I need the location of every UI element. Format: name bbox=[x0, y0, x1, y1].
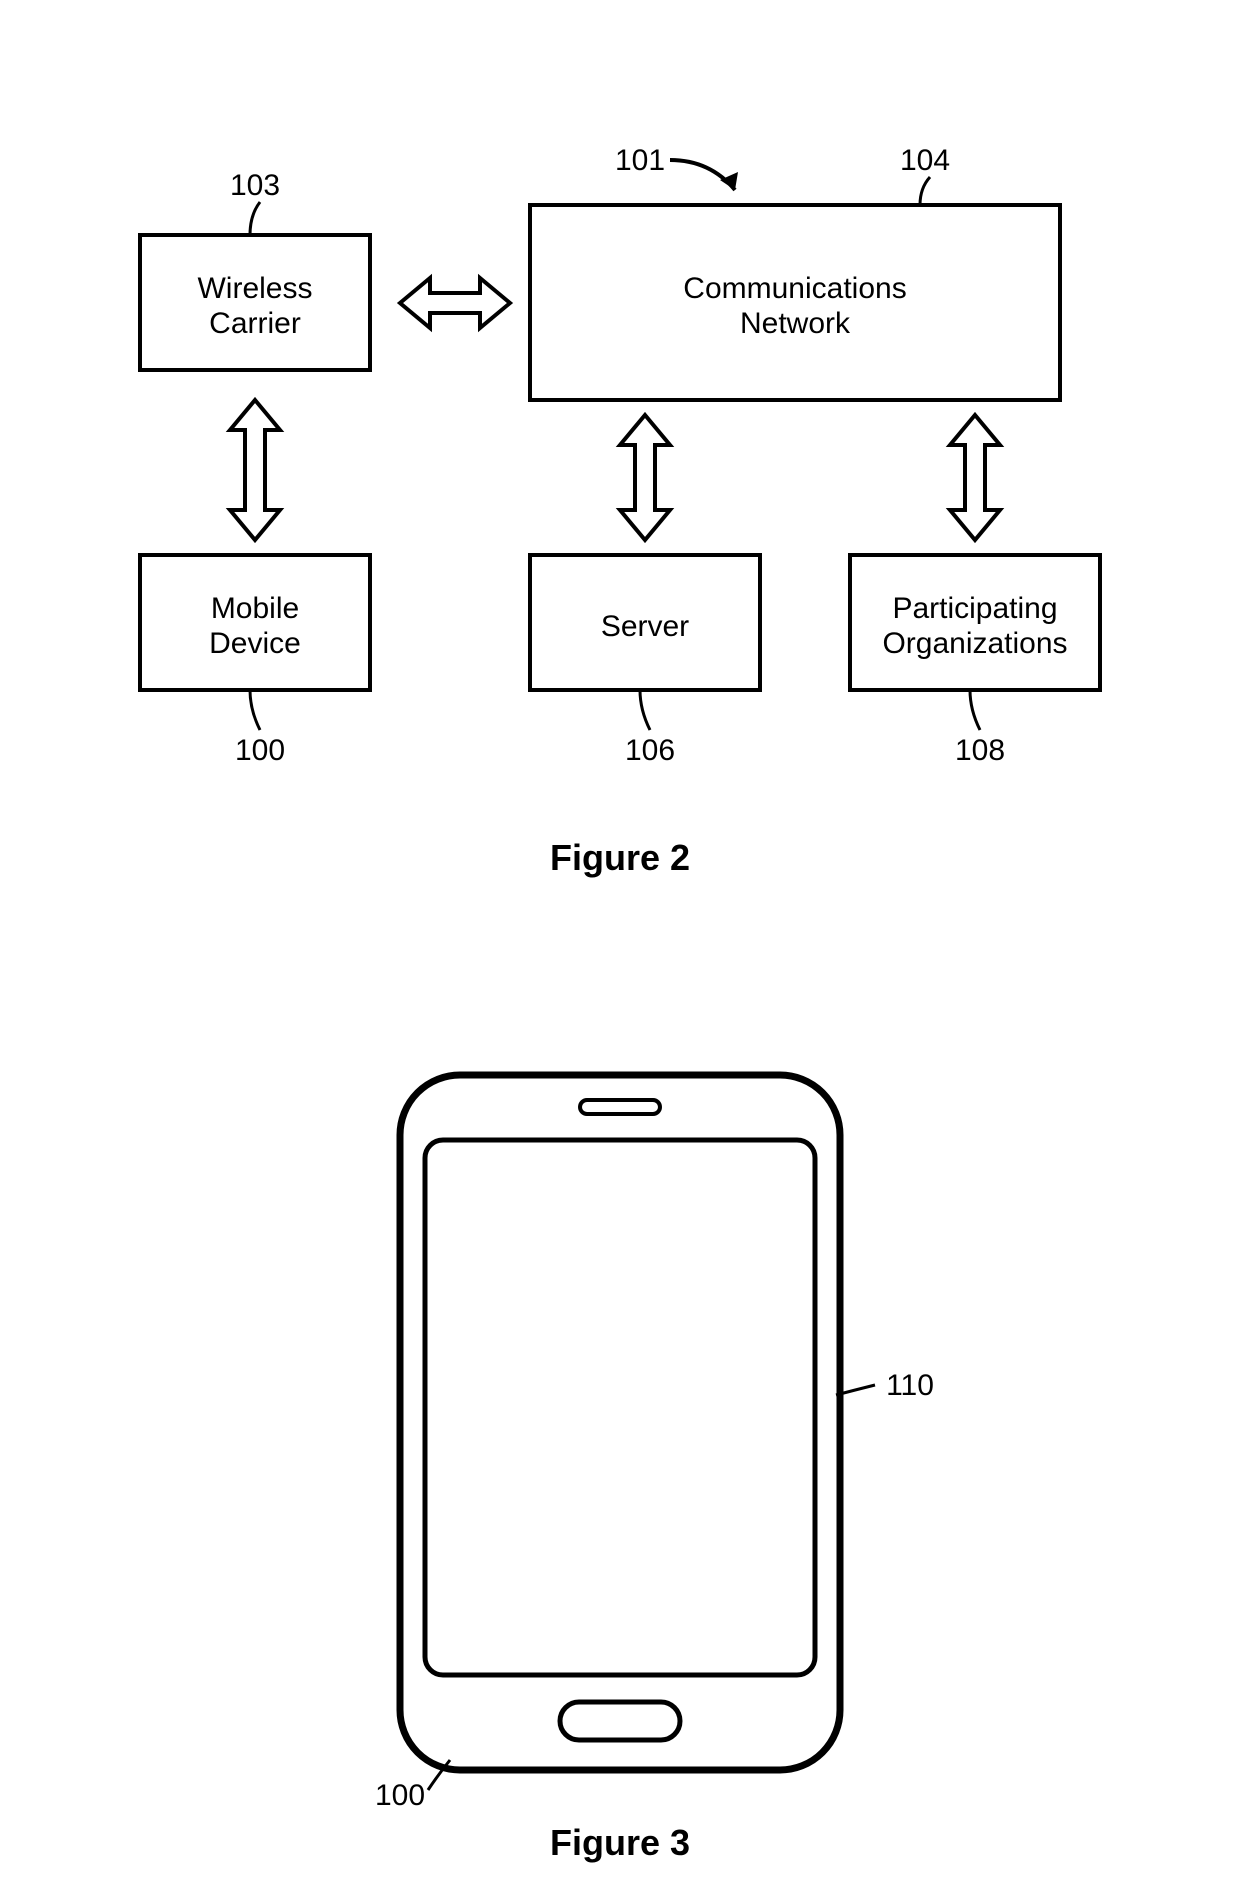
diagram-canvas: 101 Wireless Carrier 103 Communications … bbox=[0, 0, 1240, 1898]
phone-screen bbox=[425, 1140, 815, 1675]
ref-106-leader bbox=[640, 690, 650, 730]
ref-104-leader bbox=[920, 177, 930, 205]
ref-101-arc bbox=[670, 160, 735, 190]
double-arrow-icon bbox=[950, 415, 1000, 540]
figure-2: 101 Wireless Carrier 103 Communications … bbox=[140, 144, 1100, 878]
mobile-device-label-2: Device bbox=[209, 627, 301, 660]
participating-label-1: Participating bbox=[892, 592, 1057, 625]
ref-101-text: 101 bbox=[615, 144, 665, 177]
server-label: Server bbox=[601, 610, 689, 643]
arrow-network-participating bbox=[950, 415, 1000, 540]
page: 101 Wireless Carrier 103 Communications … bbox=[0, 0, 1240, 1898]
node-comm-network: Communications Network 104 bbox=[530, 144, 1060, 400]
ref-110: 110 bbox=[836, 1369, 934, 1402]
comm-network-label-1: Communications bbox=[683, 272, 906, 305]
ref-101-arrowhead bbox=[720, 172, 738, 190]
mobile-device-label-1: Mobile bbox=[211, 592, 299, 625]
phone-home-button-icon bbox=[560, 1702, 680, 1740]
ref-100-leader bbox=[250, 690, 260, 730]
ref-100-fig3-text: 100 bbox=[375, 1779, 425, 1812]
ref-110-text: 110 bbox=[886, 1369, 934, 1402]
arrow-network-server bbox=[620, 415, 670, 540]
comm-network-label-2: Network bbox=[740, 307, 851, 340]
ref-104-text: 104 bbox=[900, 144, 950, 177]
ref-100-text: 100 bbox=[235, 734, 285, 767]
arrow-carrier-network bbox=[400, 278, 510, 328]
figure-2-caption: Figure 2 bbox=[550, 837, 690, 878]
figure-3-caption: Figure 3 bbox=[550, 1822, 690, 1863]
participating-label-2: Organizations bbox=[882, 627, 1067, 660]
node-wireless-carrier: Wireless Carrier 103 bbox=[140, 169, 370, 370]
double-arrow-icon bbox=[230, 400, 280, 540]
node-server: Server 106 bbox=[530, 555, 760, 767]
node-participating-orgs: Participating Organizations 108 bbox=[850, 555, 1100, 767]
node-mobile-device: Mobile Device 100 bbox=[140, 555, 370, 767]
ref-106-text: 106 bbox=[625, 734, 675, 767]
ref-103-leader bbox=[250, 202, 260, 235]
double-arrow-icon bbox=[620, 415, 670, 540]
figure-3: 110 100 Figure 3 bbox=[375, 1075, 934, 1863]
ref-108-text: 108 bbox=[955, 734, 1005, 767]
phone-speaker-icon bbox=[580, 1100, 660, 1114]
ref-108-leader bbox=[970, 690, 980, 730]
double-arrow-icon bbox=[400, 278, 510, 328]
wireless-carrier-label-2: Carrier bbox=[209, 307, 301, 340]
wireless-carrier-label-1: Wireless bbox=[197, 272, 312, 305]
system-ref-101: 101 bbox=[615, 144, 738, 190]
arrow-carrier-mobile bbox=[230, 400, 280, 540]
ref-103-text: 103 bbox=[230, 169, 280, 202]
